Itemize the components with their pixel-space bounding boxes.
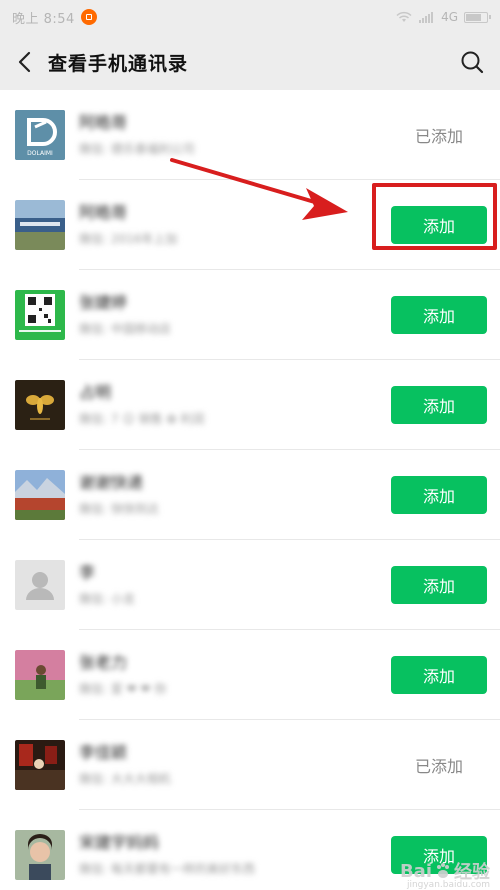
- bee-logo-icon: [15, 380, 65, 430]
- contact-row[interactable]: 张婕婷 微信: 中国移动店 添加: [0, 270, 500, 360]
- person-flowers-photo-icon: [15, 650, 65, 700]
- phone-screen: 晚上 8:54 4G 查看手机通讯录 DOLAIMI 阿皓哥 微信: 德乐泰福利…: [0, 0, 500, 890]
- added-label: 已添加: [414, 757, 463, 776]
- chevron-left-icon: [18, 51, 31, 73]
- contact-row[interactable]: 占明 微信: 7 ☺ 销售 ✿ 利润 添加: [0, 360, 500, 450]
- search-icon: [461, 51, 484, 74]
- avatar: [15, 470, 65, 520]
- network-type: 4G: [441, 10, 458, 24]
- avatar: [15, 380, 65, 430]
- notification-icon: [80, 9, 97, 25]
- contact-info: 张老力 微信: 爱 ❤ ❤ 你: [79, 653, 391, 697]
- contact-name: 李佳颖: [79, 743, 128, 762]
- qr-code-icon: [15, 290, 65, 340]
- contact-name: 宋建宇妈妈: [79, 833, 160, 852]
- contact-subtitle: 微信: 快快到达: [79, 502, 159, 516]
- contact-row[interactable]: 张老力 微信: 爱 ❤ ❤ 你 添加: [0, 630, 500, 720]
- watermark-url: jingyan.baidu.com: [406, 880, 490, 890]
- paw-icon: [437, 863, 449, 878]
- add-button[interactable]: 添加: [391, 206, 487, 244]
- contact-row[interactable]: 谢谢快递 微信: 快快到达 添加: [0, 450, 500, 540]
- contact-subtitle: 微信: 每天都要有一样的美好东西: [79, 862, 255, 876]
- contact-name: 阿皓哥: [79, 113, 128, 132]
- status-bar: 晚上 8:54 4G: [0, 0, 500, 34]
- contact-name: 阿皓哥: [79, 203, 128, 222]
- dolaimi-logo-icon: DOLAIMI: [15, 110, 65, 160]
- contact-subtitle: 微信: 小龙: [79, 592, 135, 606]
- page-title: 查看手机通讯录: [48, 52, 189, 75]
- back-button[interactable]: [0, 34, 48, 90]
- contact-name: 张老力: [79, 653, 128, 672]
- contact-row[interactable]: DOLAIMI 阿皓哥 微信: 德乐泰福利公司 已添加: [0, 90, 500, 180]
- nav-header: 查看手机通讯录: [0, 34, 500, 90]
- contact-name: 占明: [79, 383, 112, 402]
- avatar: [15, 650, 65, 700]
- watermark: Bai 经验 jingyan.baidu.com: [399, 858, 490, 890]
- contact-info: 张婕婷 微信: 中国移动店: [79, 293, 391, 337]
- add-button[interactable]: 添加: [391, 566, 487, 604]
- contact-subtitle: 微信: 大大大相机: [79, 772, 171, 786]
- contact-list: DOLAIMI 阿皓哥 微信: 德乐泰福利公司 已添加 阿皓哥 微信: 2016…: [0, 90, 500, 890]
- contact-info: 占明 微信: 7 ☺ 销售 ✿ 利润: [79, 383, 391, 427]
- add-button[interactable]: 添加: [391, 296, 487, 334]
- avatar: [15, 830, 65, 880]
- contact-row[interactable]: 李佳颖 微信: 大大大相机 已添加: [0, 720, 500, 810]
- landscape-photo-icon: [15, 470, 65, 520]
- status-indicators: 4G: [395, 10, 491, 24]
- contact-info: 李 微信: 小龙: [79, 563, 391, 607]
- contact-subtitle: 微信: 2016年上加: [79, 232, 178, 246]
- contact-info: 谢谢快递 微信: 快快到达: [79, 473, 391, 517]
- contact-info: 阿皓哥 微信: 德乐泰福利公司: [79, 113, 391, 157]
- add-button[interactable]: 添加: [391, 476, 487, 514]
- add-button[interactable]: 添加: [391, 656, 487, 694]
- contact-subtitle: 微信: 中国移动店: [79, 322, 171, 336]
- signal-icon: [419, 11, 435, 23]
- contact-info: 阿皓哥 微信: 2016年上加: [79, 203, 391, 247]
- contact-subtitle: 微信: 爱 ❤ ❤ 你: [79, 682, 167, 696]
- contact-name: 李: [79, 563, 96, 582]
- contact-name: 谢谢快递: [79, 473, 144, 492]
- default-avatar-icon: [15, 560, 65, 610]
- contact-info: 宋建宇妈妈 微信: 每天都要有一样的美好东西: [79, 833, 391, 877]
- avatar: [15, 200, 65, 250]
- lantern-photo-icon: [15, 740, 65, 790]
- added-label: 已添加: [414, 127, 463, 146]
- avatar: DOLAIMI: [15, 110, 65, 160]
- contact-row[interactable]: 阿皓哥 微信: 2016年上加 添加: [0, 180, 500, 270]
- wifi-icon: [396, 11, 412, 22]
- watermark-brand: Bai: [399, 860, 432, 882]
- building-photo-icon: [15, 200, 65, 250]
- contact-info: 李佳颖 微信: 大大大相机: [79, 743, 391, 787]
- avatar: [15, 740, 65, 790]
- contact-name: 张婕婷: [79, 293, 128, 312]
- search-button[interactable]: [444, 34, 500, 90]
- contact-subtitle: 微信: 德乐泰福利公司: [79, 142, 195, 156]
- add-button[interactable]: 添加: [391, 386, 487, 424]
- woman-portrait-photo-icon: [15, 830, 65, 880]
- avatar: [15, 560, 65, 610]
- avatar-text: DOLAIMI: [27, 150, 53, 157]
- status-time: 晚上 8:54: [12, 11, 75, 27]
- battery-icon: [464, 11, 491, 23]
- contact-row[interactable]: 李 微信: 小龙 添加: [0, 540, 500, 630]
- contact-subtitle: 微信: 7 ☺ 销售 ✿ 利润: [79, 412, 205, 426]
- avatar: [15, 290, 65, 340]
